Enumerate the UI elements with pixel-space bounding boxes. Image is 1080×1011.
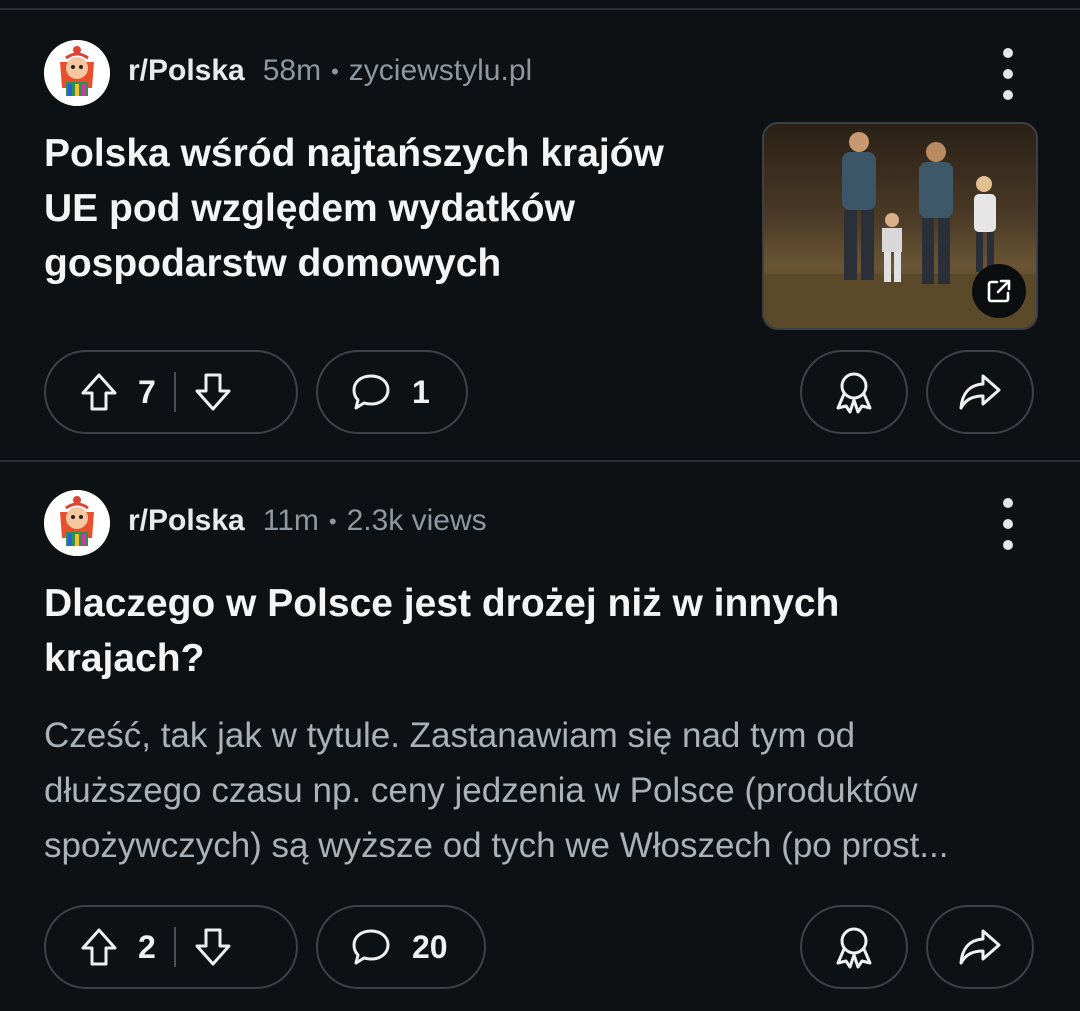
subreddit-name[interactable]: r/Polska [128,504,245,537]
post-body-preview[interactable]: Cześć, tak jak w tytule. Zastanawiam się… [44,708,1034,873]
kebab-dot-icon [1003,498,1013,508]
share-button[interactable] [926,905,1034,989]
award-ribbon-icon [834,370,874,414]
comment-count: 1 [412,373,430,410]
vote-bar: 7 [44,350,298,434]
upvote-icon[interactable] [80,372,118,412]
meta-separator: • [331,59,339,85]
post-title[interactable]: Dlaczego w Polsce jest drożej niż w inny… [44,576,1034,686]
comments-button[interactable]: 20 [316,905,486,989]
post-meta: r/Polska 11m • 2.3k views [128,504,487,538]
post-body-line: Cześć, tak jak w tytule. Zastanawiam się… [44,716,856,755]
share-arrow-icon [957,372,1003,412]
vote-separator [173,927,176,967]
subreddit-name[interactable]: r/Polska [128,54,245,87]
post-thumbnail[interactable] [762,122,1038,330]
meta-separator: • [328,509,337,535]
award-button[interactable] [800,350,908,434]
post-title-line: Dlaczego w Polsce jest drożej niż w inny… [44,582,840,625]
upvote-icon[interactable] [80,927,118,967]
post-card[interactable]: r/Polska 58m • zyciewstylu.pl Polska wśród … [0,0,1080,460]
post-source-domain[interactable]: zyciewstylu.pl [349,54,532,87]
post-title[interactable]: Polska wśród najtańszych krajów UE pod w… [44,126,734,291]
downvote-icon[interactable] [194,372,232,412]
kebab-dot-icon [1003,90,1013,100]
kebab-dot-icon [1003,69,1013,79]
post-card[interactable]: r/Polska 11m • 2.3k views Dlaczego w Polsce… [0,460,1080,1011]
vote-separator [173,372,176,412]
vote-bar: 2 [44,905,298,989]
kebab-dot-icon [1003,540,1013,550]
comment-count: 20 [412,928,448,965]
post-body-line: spożywczych) są wyższe od tych we Włosze… [44,826,949,865]
more-options-button[interactable] [988,498,1028,550]
downvote-icon[interactable] [194,927,232,967]
comments-button[interactable]: 1 [316,350,468,434]
speech-bubble-icon [350,927,392,967]
award-ribbon-icon [834,925,874,969]
post-meta: r/Polska 58m • zyciewstylu.pl [128,54,532,88]
post-title-line: krajach? [44,637,205,680]
award-button[interactable] [800,905,908,989]
more-options-button[interactable] [988,48,1028,100]
kebab-dot-icon [1003,519,1013,529]
speech-bubble-icon [350,372,392,412]
post-age: 58m [262,54,322,87]
share-button[interactable] [926,350,1034,434]
post-title-line: UE pod względem wydatków [44,187,575,230]
upvote-count: 2 [138,928,156,965]
upvote-count: 7 [138,373,156,410]
post-title-line: Polska wśród najtańszych krajów [44,132,664,175]
kebab-dot-icon [1003,48,1013,58]
post-age: 11m [262,504,319,537]
post-body-line: dłuższego czasu np. ceny jedzenia w Pols… [44,771,918,810]
subreddit-avatar[interactable] [44,40,110,106]
post-view-count: 2.3k views [346,504,487,537]
external-link-icon [972,264,1026,318]
subreddit-avatar[interactable] [44,490,110,556]
share-arrow-icon [957,927,1003,967]
post-title-line: gospodarstw domowych [44,242,502,285]
